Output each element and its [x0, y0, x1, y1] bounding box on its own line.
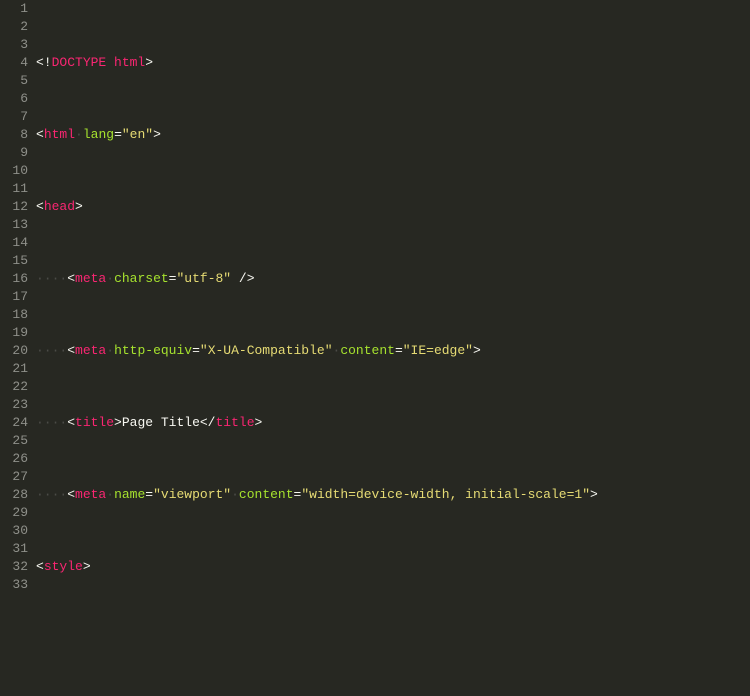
attr-value: "IE=edge": [403, 343, 473, 358]
line-number: 29: [0, 504, 28, 522]
line-number-gutter: 1234567891011121314151617181920212223242…: [0, 0, 36, 696]
line-number: 24: [0, 414, 28, 432]
tag-name: head: [44, 199, 75, 214]
code-line[interactable]: ····<title>Page Title</title>: [36, 414, 750, 432]
line-number: 7: [0, 108, 28, 126]
attr-name: charset: [114, 271, 169, 286]
tag-bracket: >: [145, 55, 153, 70]
attr-name: lang: [83, 127, 114, 142]
line-number: 32: [0, 558, 28, 576]
line-number: 20: [0, 342, 28, 360]
line-number: 13: [0, 216, 28, 234]
code-line[interactable]: <!DOCTYPE html>: [36, 54, 750, 72]
code-content[interactable]: <!DOCTYPE html> <html·lang="en"> <head> …: [36, 0, 750, 696]
code-line[interactable]: <head>: [36, 198, 750, 216]
line-number: 18: [0, 306, 28, 324]
attr-name: http-equiv: [114, 343, 192, 358]
tag-name: meta: [75, 487, 106, 502]
line-number: 30: [0, 522, 28, 540]
code-line[interactable]: [36, 630, 750, 648]
doctype: DOCTYPE html: [52, 55, 146, 70]
line-number: 26: [0, 450, 28, 468]
tag-name: meta: [75, 343, 106, 358]
code-line[interactable]: ····<meta·charset="utf-8" />: [36, 270, 750, 288]
line-number: 31: [0, 540, 28, 558]
line-number: 33: [0, 576, 28, 594]
line-number: 3: [0, 36, 28, 54]
tag-name: meta: [75, 271, 106, 286]
line-number: 27: [0, 468, 28, 486]
line-number: 22: [0, 378, 28, 396]
code-editor[interactable]: 1234567891011121314151617181920212223242…: [0, 0, 750, 696]
line-number: 5: [0, 72, 28, 90]
line-number: 25: [0, 432, 28, 450]
line-number: 10: [0, 162, 28, 180]
line-number: 19: [0, 324, 28, 342]
line-number: 28: [0, 486, 28, 504]
tag-name: title: [75, 415, 114, 430]
attr-value: "en": [122, 127, 153, 142]
tag-bracket: <!: [36, 55, 52, 70]
code-line[interactable]: ····<meta·name="viewport"·content="width…: [36, 486, 750, 504]
line-number: 14: [0, 234, 28, 252]
attr-value: "width=device-width, initial-scale=1": [301, 487, 590, 502]
line-number: 21: [0, 360, 28, 378]
line-number: 12: [0, 198, 28, 216]
line-number: 15: [0, 252, 28, 270]
line-number: 8: [0, 126, 28, 144]
code-line[interactable]: ····<meta·http-equiv="X-UA-Compatible"·c…: [36, 342, 750, 360]
line-number: 6: [0, 90, 28, 108]
attr-value: "X-UA-Compatible": [200, 343, 333, 358]
line-number: 9: [0, 144, 28, 162]
attr-name: name: [114, 487, 145, 502]
attr-name: content: [340, 343, 395, 358]
text-content: Page Title: [122, 415, 200, 430]
line-number: 1: [0, 0, 28, 18]
line-number: 16: [0, 270, 28, 288]
tag-name: title: [215, 415, 254, 430]
line-number: 23: [0, 396, 28, 414]
line-number: 2: [0, 18, 28, 36]
attr-value: "utf-8": [176, 271, 231, 286]
tag-name: html: [44, 127, 75, 142]
attr-value: "viewport": [153, 487, 231, 502]
line-number: 4: [0, 54, 28, 72]
tag-name: style: [44, 559, 83, 574]
line-number: 11: [0, 180, 28, 198]
line-number: 17: [0, 288, 28, 306]
code-line[interactable]: <style>: [36, 558, 750, 576]
code-line[interactable]: <html·lang="en">: [36, 126, 750, 144]
attr-name: content: [239, 487, 294, 502]
